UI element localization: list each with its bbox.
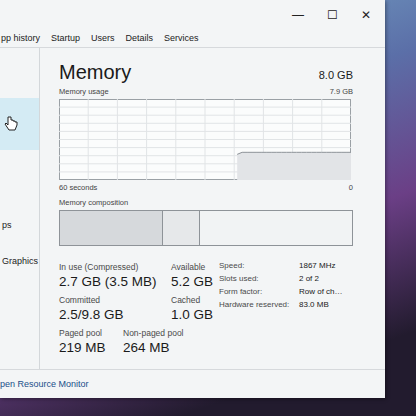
title-bar: — ☐ ✕ <box>0 0 385 29</box>
stat: Cached1.0 GB <box>171 294 213 323</box>
tab[interactable]: Details <box>125 33 155 43</box>
sidebar-label: Graphics 6 <box>2 256 39 266</box>
composition-segment <box>60 211 163 245</box>
grid-line <box>59 107 351 108</box>
composition-segment <box>200 211 352 245</box>
detail-label: Form factor: <box>219 287 299 297</box>
composition-label: Memory composition <box>59 198 353 208</box>
stat-value: 264 MB <box>123 339 184 356</box>
composition-segment <box>163 211 200 245</box>
memory-composition-bar <box>59 210 353 246</box>
detail-label: Hardware reserved: <box>219 300 299 310</box>
resource-monitor-link[interactable]: pen Resource Monitor <box>0 379 89 389</box>
detail-label: Slots used: <box>219 274 299 284</box>
detail-value: 1867 MHz <box>299 261 343 271</box>
grid-line <box>59 123 351 124</box>
stat-row: In use (Compressed)2.7 GB (3.5 MB)Availa… <box>59 261 213 290</box>
tab-bar: pp history Startup Users Details Services <box>0 29 385 48</box>
stat: Available5.2 GB <box>171 261 213 290</box>
stat-label: In use (Compressed) <box>59 261 167 273</box>
stat-value: 1.0 GB <box>171 306 213 323</box>
task-manager-window: — ☐ ✕ pp history Startup Users Details Services… <box>0 0 385 398</box>
panel-title: Memory <box>59 60 131 84</box>
stat-label: Available <box>171 261 213 273</box>
usage-chart-label: Memory usage <box>59 87 109 97</box>
stat: Non-paged pool264 MB <box>123 327 184 356</box>
stat-value: 219 MB <box>59 339 119 356</box>
tab[interactable]: Users <box>90 33 116 43</box>
time-label: 60 seconds <box>59 183 97 193</box>
stat-value: 2.7 GB (3.5 MB) <box>59 273 167 290</box>
stat: In use (Compressed)2.7 GB (3.5 MB) <box>59 261 167 290</box>
tab[interactable]: pp history <box>0 33 41 43</box>
stat-row: Paged pool219 MBNon-paged pool264 MB <box>59 327 213 356</box>
desktop: — ☐ ✕ pp history Startup Users Details Services… <box>0 0 416 416</box>
stat-row: Committed2.5/9.8 GBCached1.0 GB <box>59 294 213 323</box>
grid-line <box>59 115 351 116</box>
chart-axis: 60 seconds 0 <box>59 183 353 193</box>
total-memory: 8.0 GB <box>319 69 353 81</box>
grid-line <box>59 139 351 140</box>
sidebar: ps Graphics 6 <box>0 48 40 369</box>
detail-value: 83.0 MB <box>299 300 343 310</box>
detail-label: Speed: <box>219 261 299 271</box>
detail-value: 2 of 2 <box>299 274 343 284</box>
usage-chart-header: Memory usage 7.9 GB <box>59 87 353 97</box>
stat-value: 2.5/9.8 GB <box>59 306 167 323</box>
window-control-button[interactable]: ✕ <box>355 8 377 22</box>
sidebar-label: ps <box>2 220 12 230</box>
sidebar-item[interactable]: ps <box>0 207 39 243</box>
memory-usage-chart <box>59 99 351 180</box>
stat-label: Paged pool <box>59 327 119 339</box>
tab[interactable]: Startup <box>50 33 81 43</box>
details: Speed:1867 MHzSlots used:2 of 2Form fact… <box>219 261 343 356</box>
footer: pen Resource Monitor <box>0 369 385 398</box>
hand-cursor-icon <box>4 116 18 132</box>
grid-line <box>59 147 351 148</box>
sidebar-item[interactable]: Graphics 6 <box>0 243 39 279</box>
usage-chart-max: 7.9 GB <box>330 87 353 97</box>
window-control-button[interactable]: ☐ <box>321 8 343 22</box>
stat-label: Cached <box>171 294 213 306</box>
stat-value: 5.2 GB <box>171 273 213 290</box>
chart-frame <box>60 100 351 180</box>
stat: Committed2.5/9.8 GB <box>59 294 167 323</box>
window-control-button[interactable]: — <box>287 8 309 22</box>
detail-value: Row of ch… <box>299 287 343 297</box>
stat: Paged pool219 MB <box>59 327 119 356</box>
min-label: 0 <box>349 183 353 193</box>
content-area: ps Graphics 6 Memory 8.0 GB Memory usage 7.9 … <box>0 48 385 369</box>
memory-panel: Memory 8.0 GB Memory usage 7.9 GB 60 seconds… <box>40 48 385 369</box>
stats: In use (Compressed)2.7 GB (3.5 MB)Availa… <box>59 261 213 356</box>
grid-line <box>59 131 351 132</box>
panel-header: Memory 8.0 GB <box>59 60 353 84</box>
sidebar-item[interactable] <box>0 98 39 150</box>
usage-area <box>237 152 351 180</box>
stat-label: Non-paged pool <box>123 327 184 339</box>
usage-line <box>237 152 351 154</box>
stats-area: In use (Compressed)2.7 GB (3.5 MB)Availa… <box>59 261 353 356</box>
tab[interactable]: Services <box>163 33 200 43</box>
stat-label: Committed <box>59 294 167 306</box>
